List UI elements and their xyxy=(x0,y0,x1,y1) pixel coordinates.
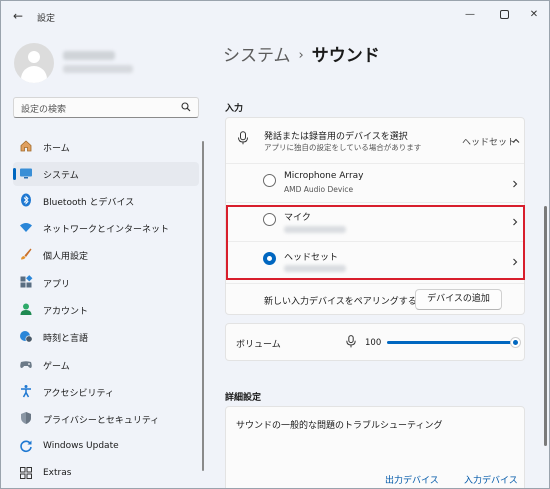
troubleshoot-title: サウンドの一般的な問題のトラブルシューティング xyxy=(236,421,443,431)
selected-device-value: ヘッドセット xyxy=(462,138,517,148)
sidebar-item-label: Bluetooth とデバイス xyxy=(43,198,135,208)
avatar[interactable] xyxy=(14,43,54,83)
search-placeholder: 設定の検索 xyxy=(21,105,67,115)
volume-slider-track[interactable] xyxy=(387,341,515,344)
gamepad-icon xyxy=(20,361,32,368)
sidebar-item-privacy[interactable]: プライバシーとセキュリティ xyxy=(13,407,199,431)
blurred-user-email xyxy=(63,65,133,73)
pair-device-text: 新しい入力デバイスをペアリングする xyxy=(264,297,417,307)
sidebar-item-label: 時刻と言語 xyxy=(43,334,89,344)
input-section-heading: 入力 xyxy=(225,104,244,114)
close-button[interactable]: ✕ xyxy=(521,6,547,24)
settings-window: ← 設定 — ✕ 設定の検索 ホーム システム Bluetooth とデバイス … xyxy=(0,0,550,489)
input-device-link[interactable]: 入力デバイス xyxy=(464,473,518,486)
extras-grid-icon xyxy=(20,467,32,479)
select-device-title: 発話または録音用のデバイスを選択 xyxy=(264,132,408,142)
sidebar-item-home[interactable]: ホーム xyxy=(13,135,199,159)
microphone-volume-icon[interactable] xyxy=(346,335,356,348)
sidebar-item-extras[interactable]: Extras xyxy=(13,462,199,486)
bluetooth-icon xyxy=(21,193,31,207)
globe-clock-icon xyxy=(20,331,33,343)
highlight-box xyxy=(226,205,525,280)
sidebar-item-network[interactable]: ネットワークとインターネット xyxy=(13,216,199,240)
device-name: Microphone Array xyxy=(284,171,364,181)
sidebar-item-personalization[interactable]: 個人用設定 xyxy=(13,243,199,267)
search-icon xyxy=(181,102,191,112)
minimize-button[interactable]: — xyxy=(457,6,483,24)
breadcrumb: システム › サウンド xyxy=(223,41,380,66)
back-arrow-icon[interactable]: ← xyxy=(11,9,25,23)
sidebar-scrollbar[interactable] xyxy=(202,141,204,471)
breadcrumb-separator: › xyxy=(298,48,304,63)
chevron-right-icon[interactable] xyxy=(511,180,519,188)
avatar-body xyxy=(21,66,47,83)
selected-indicator xyxy=(13,168,16,180)
update-icon xyxy=(20,440,32,453)
sidebar-item-label: ゲーム xyxy=(43,362,70,372)
sidebar-item-label: アカウント xyxy=(43,307,89,317)
sidebar-item-time-language[interactable]: 時刻と言語 xyxy=(13,325,199,349)
sidebar-item-label: ホーム xyxy=(43,144,70,154)
add-device-button[interactable]: デバイスの追加 xyxy=(415,289,502,310)
device-detail: AMD Audio Device xyxy=(284,185,354,194)
radio-microphone-array[interactable] xyxy=(263,174,276,187)
sidebar-item-bluetooth[interactable]: Bluetooth とデバイス xyxy=(13,189,199,213)
volume-slider-thumb[interactable] xyxy=(510,337,521,348)
advanced-section-heading: 詳細設定 xyxy=(225,393,262,403)
volume-label: ボリューム xyxy=(236,340,281,350)
wifi-icon xyxy=(20,223,32,232)
apps-icon xyxy=(20,275,33,288)
settings-search[interactable]: 設定の検索 xyxy=(13,97,199,118)
sidebar-item-windows-update[interactable]: Windows Update xyxy=(13,435,199,459)
maximize-button[interactable] xyxy=(491,6,517,24)
home-icon xyxy=(20,140,32,152)
app-title: 設定 xyxy=(37,14,56,24)
account-icon xyxy=(20,303,32,315)
blurred-user-name xyxy=(63,51,115,60)
microphone-icon xyxy=(238,131,248,145)
sidebar-item-gaming[interactable]: ゲーム xyxy=(13,353,199,377)
sidebar-item-label: アクセシビリティ xyxy=(43,389,115,399)
maximize-icon xyxy=(499,10,509,19)
sidebar-item-label: アプリ xyxy=(43,280,71,290)
sidebar-item-label: プライバシーとセキュリティ xyxy=(43,416,160,426)
sidebar-item-label: Extras xyxy=(43,468,72,478)
chevron-up-icon[interactable] xyxy=(512,137,520,145)
divider xyxy=(226,202,524,203)
volume-value: 100 xyxy=(365,338,382,348)
page-title: サウンド xyxy=(311,46,380,66)
sidebar-item-system[interactable]: システム xyxy=(13,162,199,186)
shield-icon xyxy=(21,412,31,424)
avatar-head xyxy=(28,51,40,63)
sidebar-item-apps[interactable]: アプリ xyxy=(13,271,199,295)
sidebar-item-label: ネットワークとインターネット xyxy=(43,225,170,235)
brush-icon xyxy=(21,248,32,260)
output-device-link[interactable]: 出力デバイス xyxy=(385,473,439,486)
breadcrumb-parent[interactable]: システム xyxy=(223,46,291,66)
sidebar-item-label: 個人用設定 xyxy=(43,252,89,262)
divider xyxy=(226,283,524,284)
main-scrollbar[interactable] xyxy=(544,206,547,446)
title-bar: ← 設定 — ✕ xyxy=(1,1,549,31)
sidebar-item-label: システム xyxy=(43,171,79,181)
divider xyxy=(226,163,524,164)
monitor-icon xyxy=(20,168,32,179)
sidebar-item-accessibility[interactable]: アクセシビリティ xyxy=(13,380,199,404)
sidebar-item-accounts[interactable]: アカウント xyxy=(13,298,199,322)
sidebar-item-label: Windows Update xyxy=(43,441,119,451)
accessibility-icon xyxy=(21,385,31,398)
select-device-subtitle: アプリに独自の設定をしている場合があります xyxy=(264,143,422,152)
